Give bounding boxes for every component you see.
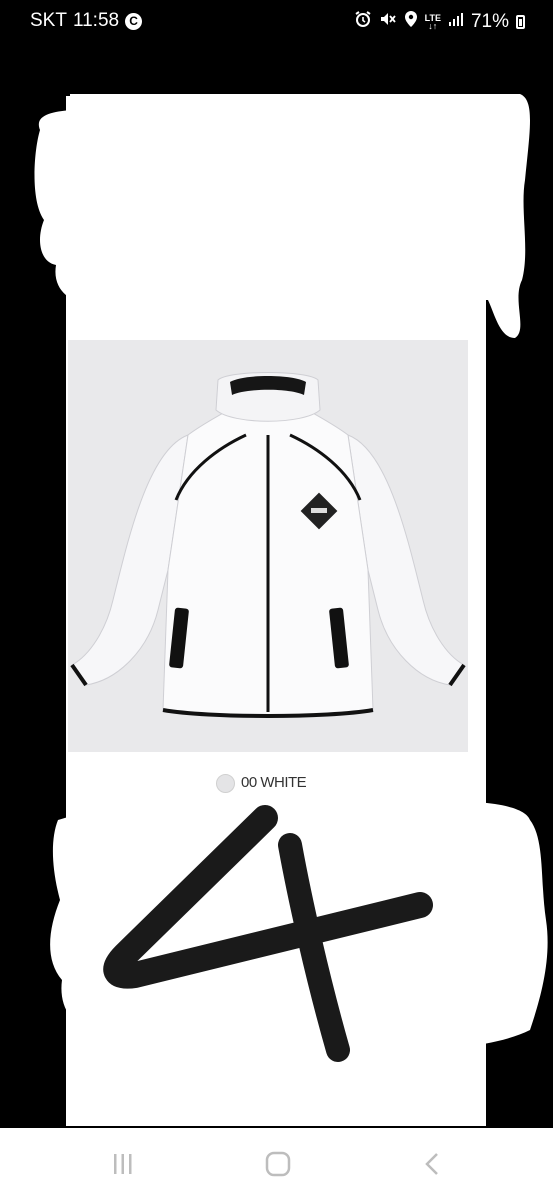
recent-apps-icon <box>114 1154 132 1174</box>
home-icon <box>265 1151 291 1177</box>
home-button[interactable] <box>258 1148 298 1180</box>
scribble-overlay <box>34 94 548 1062</box>
recent-apps-button[interactable] <box>103 1148 143 1180</box>
navigation-bar <box>0 1128 553 1200</box>
back-icon <box>425 1153 438 1175</box>
back-button[interactable] <box>413 1148 453 1180</box>
